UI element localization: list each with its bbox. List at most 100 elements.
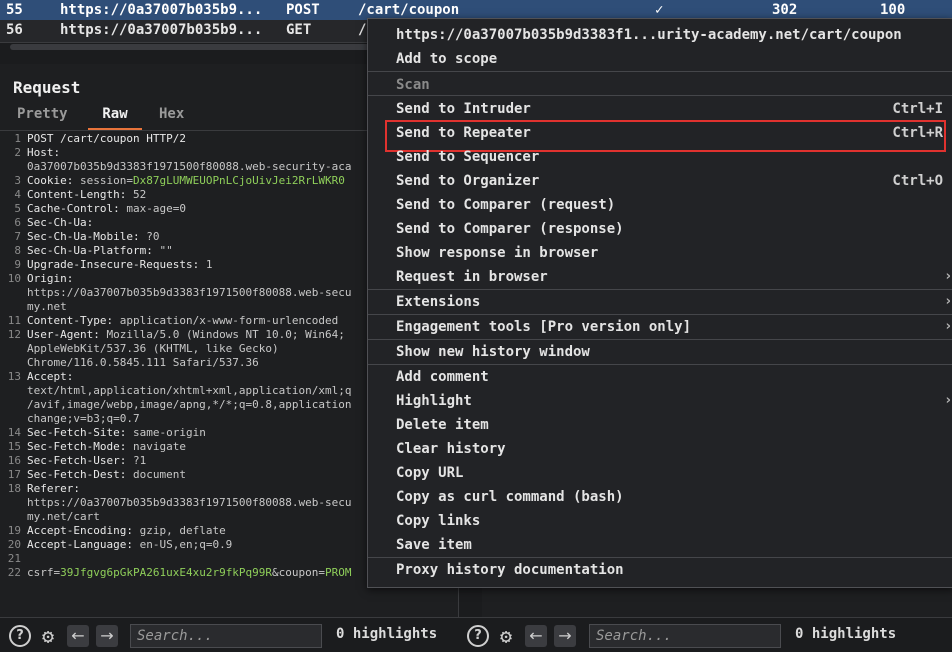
menu-item-send-to-repeater[interactable]: Send to Repeater Ctrl+R bbox=[368, 121, 952, 145]
code-token: 39Jfgvg6pGkPA261uxE4xu2r9fkPq99R bbox=[60, 566, 273, 579]
menu-item-send-to-organizer[interactable]: Send to Organizer Ctrl+O bbox=[368, 169, 952, 193]
menu-item-extensions[interactable]: Extensions › bbox=[368, 290, 952, 314]
request-line: text/html,application/xhtml+xml,applicat… bbox=[27, 384, 352, 398]
line-number: 21 bbox=[7, 552, 21, 565]
line-number: 9 bbox=[14, 258, 21, 271]
request-line: Upgrade-Insecure-Requests: 1 bbox=[27, 258, 212, 272]
tab-raw[interactable]: Raw bbox=[88, 106, 142, 130]
menu-item-label: Engagement tools [Pro version only] bbox=[396, 319, 692, 335]
request-line: Referer: bbox=[27, 482, 80, 496]
row-length: 100 bbox=[880, 2, 906, 18]
search-input[interactable] bbox=[589, 624, 781, 648]
menu-item-label: Request in browser bbox=[396, 269, 548, 285]
highlights-count: 0 highlights bbox=[336, 626, 438, 642]
menu-item-label: Copy links bbox=[396, 513, 481, 529]
request-line: Origin: bbox=[27, 272, 73, 286]
line-number: 22 bbox=[7, 566, 21, 579]
menu-item-copy-as-curl-command-bash[interactable]: Copy as curl command (bash) bbox=[368, 485, 952, 509]
code-token: User-Agent: bbox=[27, 328, 107, 341]
menu-item-scan: Scan bbox=[368, 73, 952, 97]
menu-item-shortcut: Ctrl+I bbox=[892, 101, 943, 117]
menu-item-engagement-tools-pro-version-only[interactable]: Engagement tools [Pro version only] › bbox=[368, 315, 952, 339]
help-icon[interactable]: ? bbox=[9, 625, 31, 647]
code-token: Cache-Control: bbox=[27, 202, 127, 215]
line-number: 14 bbox=[7, 426, 21, 439]
request-line: Host: bbox=[27, 146, 60, 160]
request-line: Sec-Ch-Ua-Platform: "" bbox=[27, 244, 173, 258]
code-token: Content-Length: bbox=[27, 188, 133, 201]
request-title: Request bbox=[13, 78, 81, 97]
menu-item-label: Scan bbox=[396, 77, 430, 93]
forward-arrow-icon[interactable]: → bbox=[96, 625, 118, 647]
request-line: POST /cart/coupon HTTP/2 bbox=[27, 132, 186, 146]
menu-item-label: Add comment bbox=[396, 369, 489, 385]
request-line: my.net/cart bbox=[27, 510, 100, 524]
menu-item-label: Extensions bbox=[396, 294, 481, 310]
code-token: my.net bbox=[27, 300, 67, 313]
menu-item-copy-links[interactable]: Copy links bbox=[368, 509, 952, 533]
back-arrow-icon[interactable]: ← bbox=[525, 625, 547, 647]
code-token: 0a37007b035b9d3383f1971500f80088.web-sec… bbox=[27, 160, 352, 173]
code-token: my.net/cart bbox=[27, 510, 100, 523]
request-line: Sec-Fetch-Site: same-origin bbox=[27, 426, 206, 440]
help-icon[interactable]: ? bbox=[467, 625, 489, 647]
menu-item-send-to-comparer-request[interactable]: Send to Comparer (request) bbox=[368, 193, 952, 217]
request-line: /avif,image/webp,image/apng,*/*;q=0.8,ap… bbox=[27, 398, 352, 412]
code-token: change;v=b3;q=0.7 bbox=[27, 412, 140, 425]
code-token: Sec-Ch-Ua-Platform: bbox=[27, 244, 160, 257]
settings-gear-icon[interactable]: ⚙ bbox=[37, 625, 59, 647]
request-line: Accept-Encoding: gzip, deflate bbox=[27, 524, 226, 538]
search-input[interactable] bbox=[130, 624, 322, 648]
menu-item-send-to-sequencer[interactable]: Send to Sequencer bbox=[368, 145, 952, 169]
request-line: Content-Length: 52 bbox=[27, 188, 146, 202]
tab-hex[interactable]: Hex bbox=[159, 106, 184, 128]
code-token: Sec-Fetch-Site: bbox=[27, 426, 133, 439]
request-line: User-Agent: Mozilla/5.0 (Windows NT 10.0… bbox=[27, 328, 345, 342]
line-number: 6 bbox=[14, 216, 21, 229]
request-line: Sec-Ch-Ua: bbox=[27, 216, 93, 230]
line-number: 15 bbox=[7, 440, 21, 453]
context-menu: https://0a37007b035b9d3383f1...urity-aca… bbox=[367, 18, 952, 588]
menu-item-copy-url[interactable]: Copy URL bbox=[368, 461, 952, 485]
menu-item-add-to-scope[interactable]: Add to scope bbox=[368, 47, 952, 71]
menu-item-add-comment[interactable]: Add comment bbox=[368, 365, 952, 389]
code-token: ?0 bbox=[146, 230, 160, 243]
code-token: Sec-Ch-Ua: bbox=[27, 216, 94, 229]
row-method: POST bbox=[286, 2, 320, 18]
request-line: Sec-Fetch-User: ?1 bbox=[27, 454, 146, 468]
code-token: gzip, deflate bbox=[139, 524, 226, 537]
history-row-55[interactable]: 55 https://0a37007b035b9... POST /cart/c… bbox=[0, 0, 952, 20]
menu-item-show-response-in-browser[interactable]: Show response in browser bbox=[368, 241, 952, 265]
menu-item-show-new-history-window[interactable]: Show new history window bbox=[368, 340, 952, 364]
request-line: Sec-Ch-Ua-Mobile: ?0 bbox=[27, 230, 159, 244]
menu-item-clear-history[interactable]: Clear history bbox=[368, 437, 952, 461]
back-arrow-icon[interactable]: ← bbox=[67, 625, 89, 647]
row-host: https://0a37007b035b9... bbox=[60, 2, 263, 18]
settings-gear-icon[interactable]: ⚙ bbox=[495, 625, 517, 647]
request-line: Cache-Control: max-age=0 bbox=[27, 202, 186, 216]
row-id: 56 bbox=[6, 22, 23, 38]
forward-arrow-icon[interactable]: → bbox=[554, 625, 576, 647]
menu-item-request-in-browser[interactable]: Request in browser › bbox=[368, 265, 952, 289]
highlights-count: 0 highlights bbox=[795, 626, 897, 642]
menu-item-save-item[interactable]: Save item bbox=[368, 533, 952, 557]
request-line: Content-Type: application/x-www-form-url… bbox=[27, 314, 338, 328]
menu-item-label: Send to Comparer (request) bbox=[396, 197, 616, 213]
code-token: Chrome/116.0.5845.111 Safari/537.36 bbox=[27, 356, 259, 369]
submenu-chevron-icon: › bbox=[945, 269, 951, 284]
code-token: AppleWebKit/537.36 (KHTML, like Gecko) bbox=[27, 342, 279, 355]
menu-item-highlight[interactable]: Highlight › bbox=[368, 389, 952, 413]
menu-item-delete-item[interactable]: Delete item bbox=[368, 413, 952, 437]
code-token: ?1 bbox=[132, 454, 147, 467]
menu-item-label: Send to Sequencer bbox=[396, 149, 540, 165]
request-line: Chrome/116.0.5845.111 Safari/537.36 bbox=[27, 356, 259, 370]
history-horizontal-scrollbar[interactable] bbox=[10, 44, 370, 50]
menu-item-send-to-intruder[interactable]: Send to Intruder Ctrl+I bbox=[368, 97, 952, 121]
tab-pretty[interactable]: Pretty bbox=[17, 106, 68, 128]
menu-item-send-to-comparer-response[interactable]: Send to Comparer (response) bbox=[368, 217, 952, 241]
request-line: Sec-Fetch-Mode: navigate bbox=[27, 440, 186, 454]
menu-item-https-0a37007b035b9d3383f1-urity-academy[interactable]: https://0a37007b035b9d3383f1...urity-aca… bbox=[368, 23, 952, 47]
code-token: Sec-Ch-Ua-Mobile: bbox=[27, 230, 147, 243]
menu-item-proxy-history-documentation[interactable]: Proxy history documentation bbox=[368, 558, 952, 582]
row-status: 302 bbox=[772, 2, 798, 18]
